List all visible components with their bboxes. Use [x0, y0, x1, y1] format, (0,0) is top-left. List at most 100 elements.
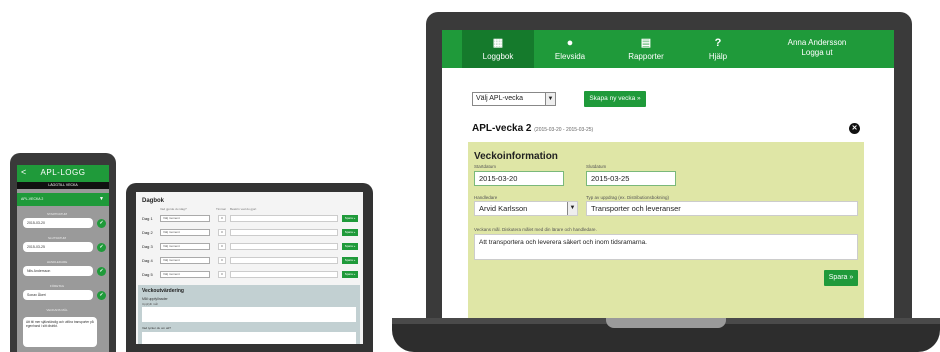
moment-select[interactable]: Välj moment: [160, 229, 210, 236]
goal-label: VECKANS MÅL: [46, 308, 68, 312]
diary-row: Dag 4 Välj moment 0 Spara »: [142, 257, 358, 264]
moment-select[interactable]: Välj moment: [160, 257, 210, 264]
start-date-field[interactable]: 2015-03-20: [23, 218, 93, 228]
row-save-button[interactable]: Spara »: [342, 243, 358, 250]
comment-field[interactable]: [230, 229, 338, 236]
tablet-screen: Dagbok Vad gjorde du idag? Timmar Beskri…: [136, 192, 363, 344]
week-title-text: APL-vecka 2: [472, 123, 532, 134]
nav-label: Hjälp: [708, 52, 728, 61]
user-menu[interactable]: Anna Andersson Logga ut: [762, 38, 872, 58]
diary-row: Dag 1 Välj moment 0 Spara »: [142, 215, 358, 222]
evaluation-answer-2[interactable]: [142, 332, 356, 344]
chevron-down-icon: ▼: [567, 202, 577, 215]
week-accordion[interactable]: APL-VECKA 2 ▼: [17, 193, 109, 206]
goal-textarea[interactable]: Att bli mer självständig och utföra tran…: [23, 317, 97, 347]
row-save-button[interactable]: Spara »: [342, 257, 358, 264]
check-icon: ✓: [97, 243, 106, 252]
comment-field[interactable]: [230, 215, 338, 222]
diary-day: Dag 2: [142, 230, 153, 235]
task-field[interactable]: Transporter och leveranser: [586, 201, 858, 216]
diary-day: Dag 4: [142, 258, 153, 263]
goal-textarea[interactable]: Att transportera och leverera säkert och…: [474, 234, 858, 260]
diary-row: Dag 3 Välj moment 0 Spara »: [142, 243, 358, 250]
diary-row: Dag 5 Välj moment 0 Spara »: [142, 271, 358, 278]
hours-field[interactable]: 0: [218, 215, 226, 222]
comment-field[interactable]: [230, 271, 338, 278]
close-icon[interactable]: ✕: [849, 123, 860, 134]
diary-day: Dag 5: [142, 272, 153, 277]
nav-item-elevsida[interactable]: ● Elevsida: [534, 30, 606, 68]
week-accordion-label: APL-VECKA 2: [21, 197, 44, 201]
end-date-label: SLUTDATUM: [47, 236, 67, 240]
week-info-panel: Veckoinformation Startdatum 2015-03-20 S…: [468, 142, 864, 318]
laptop-screen: ▦ Loggbok ● Elevsida ▤ Rapporter ? Hjälp…: [442, 30, 894, 318]
end-date-field[interactable]: 2015-03-25: [23, 242, 93, 252]
supervisor-label: HANDLEDARE: [46, 260, 68, 264]
report-icon: ▤: [640, 37, 652, 49]
col-header-moment: Vad gjorde du idag?: [160, 207, 187, 211]
goal-label: Veckans mål. Diskutera målet med din lär…: [474, 227, 597, 232]
hours-field[interactable]: 0: [218, 271, 226, 278]
moment-select[interactable]: Välj moment: [160, 243, 210, 250]
chevron-down-icon: ▼: [545, 93, 555, 105]
row-save-button[interactable]: Spara »: [342, 271, 358, 278]
create-week-button[interactable]: Skapa ny vecka »: [584, 91, 646, 107]
nav-label: Rapporter: [628, 52, 664, 61]
end-date-label: Slutdatum: [586, 164, 607, 169]
phone-header: < APL-LOGG: [17, 165, 109, 182]
task-label: Typ av uppdrag (ex. Distributionsbokning…: [586, 195, 670, 200]
logout-link[interactable]: Logga ut: [762, 48, 872, 58]
user-name: Anna Andersson: [787, 38, 847, 47]
nav-item-rapporter[interactable]: ▤ Rapporter: [606, 30, 686, 68]
evaluation-question-2: Vad tycker du om att?: [142, 326, 171, 330]
check-icon: ✓: [97, 291, 106, 300]
start-date-label: Startdatum: [474, 164, 497, 169]
nav-item-hjalp[interactable]: ? Hjälp: [686, 30, 750, 68]
week-select[interactable]: Välj APL-vecka ▼: [472, 92, 556, 106]
week-select-value: Välj APL-vecka: [476, 95, 524, 102]
panel-title: Veckoinformation: [474, 151, 558, 162]
comment-field[interactable]: [230, 243, 338, 250]
top-navbar: ▦ Loggbok ● Elevsida ▤ Rapporter ? Hjälp…: [442, 30, 894, 68]
supervisor-label: Handledare: [474, 195, 498, 200]
hours-field[interactable]: 0: [218, 257, 226, 264]
start-date-label: STARTDATUM: [47, 212, 67, 216]
laptop-trackpad-notch: [606, 318, 726, 328]
diary-title: Dagbok: [142, 198, 165, 204]
help-icon: ?: [714, 37, 722, 49]
hours-field[interactable]: 0: [218, 229, 226, 236]
col-header-comment: Beskriv vad du gjort: [230, 207, 257, 211]
company-label: FÖRETAG: [49, 284, 65, 288]
evaluation-answer-1[interactable]: [142, 307, 356, 322]
chevron-down-icon: ▼: [99, 196, 104, 202]
week-dates: (2015-03-20 - 2015-03-25): [534, 127, 594, 133]
comment-field[interactable]: [230, 257, 338, 264]
phone-screen: < APL-LOGG LÄGGTILL VECKA APL-VECKA 2 ▼ …: [17, 165, 109, 352]
calendar-icon: ▦: [492, 37, 504, 49]
supervisor-field[interactable]: Nils Andersson: [23, 266, 93, 276]
phone-title: APL-LOGG: [40, 168, 86, 177]
evaluation-question-1: Mål uppfyllnader: [142, 297, 168, 301]
company-field[interactable]: Sonax Åkeri: [23, 290, 93, 300]
diary-day: Dag 3: [142, 244, 153, 249]
week-evaluation-panel: Veckoutvärdering Mål uppfyllnader Uppfyl…: [138, 285, 360, 344]
diary-day: Dag 1: [142, 216, 153, 221]
moment-select[interactable]: Välj moment: [160, 215, 210, 222]
evaluation-title: Veckoutvärdering: [142, 288, 184, 294]
save-button[interactable]: Spara »: [824, 270, 858, 286]
col-header-hours: Timmar: [216, 207, 227, 211]
page-title: APL-vecka 2 (2015-03-20 - 2015-03-25): [472, 123, 593, 134]
nav-item-loggbok[interactable]: ▦ Loggbok: [462, 30, 534, 68]
end-date-field[interactable]: 2015-03-25: [586, 171, 676, 186]
check-icon: ✓: [97, 219, 106, 228]
moment-select[interactable]: Välj moment: [160, 271, 210, 278]
add-week-link[interactable]: LÄGGTILL VECKA: [17, 182, 109, 189]
start-date-field[interactable]: 2015-03-20: [474, 171, 564, 186]
hours-field[interactable]: 0: [218, 243, 226, 250]
row-save-button[interactable]: Spara »: [342, 229, 358, 236]
evaluation-question-1-sub: Uppfyllt mål: [142, 302, 158, 306]
supervisor-select[interactable]: Arvid Karlsson ▼: [474, 201, 578, 216]
row-save-button[interactable]: Spara »: [342, 215, 358, 222]
main-content: Välj APL-vecka ▼ Skapa ny vecka » APL-ve…: [464, 68, 872, 318]
diary-row: Dag 2 Välj moment 0 Spara »: [142, 229, 358, 236]
